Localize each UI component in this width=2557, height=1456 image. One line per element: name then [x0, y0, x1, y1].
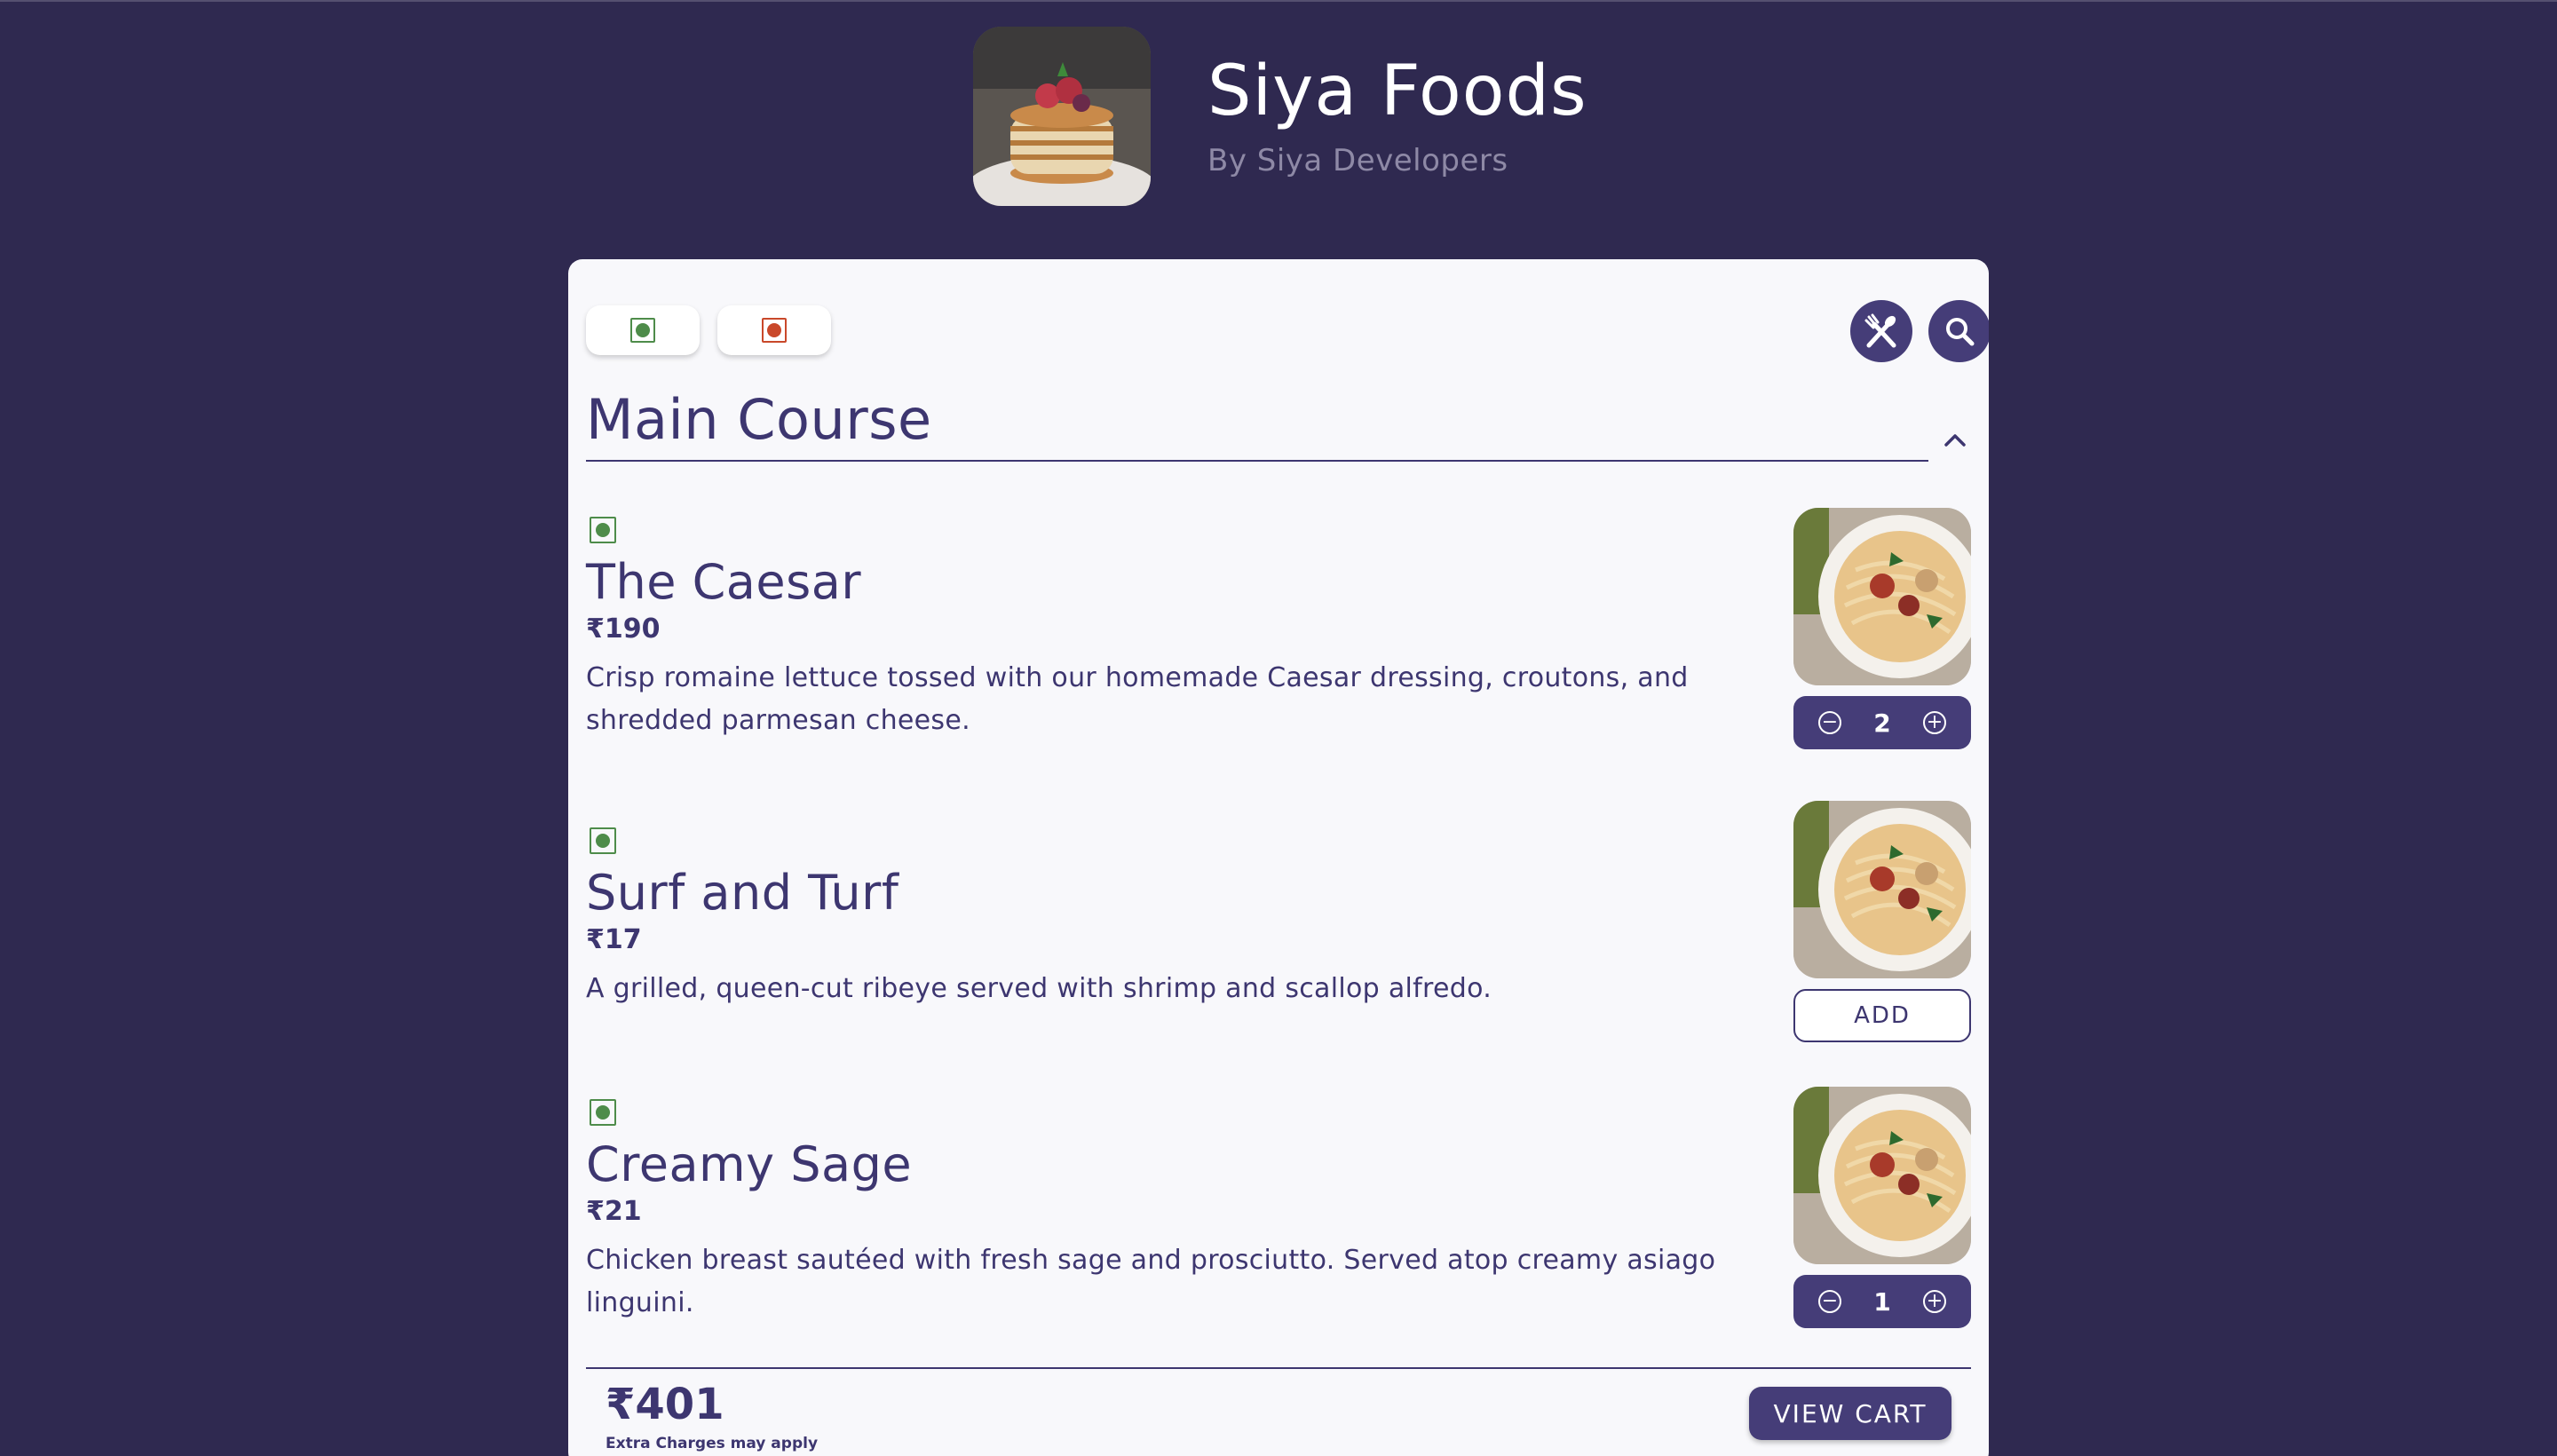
- noodle-bowl-photo-icon: [1793, 801, 1971, 978]
- pancake-logo-icon: [973, 27, 1151, 206]
- decrement-button[interactable]: −: [1818, 1290, 1841, 1313]
- item-description: A grilled, queen-cut ribeye served with …: [586, 973, 1492, 1005]
- section-title: Main Course: [586, 387, 932, 452]
- decrement-button[interactable]: −: [1818, 711, 1841, 734]
- noodle-bowl-photo-icon: [1793, 508, 1971, 685]
- noodle-bowl-photo-icon: [1793, 1087, 1971, 1264]
- menu-item: Creamy Sage ₹21 Chicken breast sautéed w…: [586, 1087, 1971, 1328]
- app-title: Siya Foods: [1207, 51, 1587, 132]
- chevron-up-icon[interactable]: [1941, 426, 1969, 455]
- add-button[interactable]: ADD: [1793, 989, 1971, 1042]
- item-name: The Caesar: [586, 554, 862, 610]
- toolbar: [586, 300, 1989, 366]
- menu-item: The Caesar ₹190 Crisp romaine lettuce to…: [586, 508, 1971, 749]
- veg-indicator-icon: [630, 318, 655, 343]
- non-veg-filter-button[interactable]: [717, 305, 831, 355]
- item-price: ₹17: [586, 924, 642, 956]
- item-name: Surf and Turf: [586, 865, 899, 921]
- menu-button[interactable]: [1850, 300, 1912, 362]
- item-description: Crisp romaine lettuce tossed with our ho…: [586, 662, 1689, 737]
- quantity-stepper: − 1 +: [1793, 1275, 1971, 1328]
- item-media: ADD: [1793, 801, 1971, 1042]
- top-border: [0, 0, 2557, 2]
- veg-indicator-icon: [590, 517, 616, 543]
- app-subtitle: By Siya Developers: [1207, 142, 1508, 178]
- section-divider: [586, 460, 1928, 462]
- cart-total: ₹401: [606, 1380, 724, 1429]
- menu-item: Surf and Turf ₹17 A grilled, queen-cut r…: [586, 801, 1971, 1042]
- fork-spoon-icon: [1864, 313, 1896, 348]
- item-media: − 2 +: [1793, 508, 1971, 749]
- item-price: ₹190: [586, 613, 661, 645]
- increment-button[interactable]: +: [1922, 711, 1946, 734]
- quantity-stepper: − 2 +: [1793, 696, 1971, 749]
- section-header: Main Course: [586, 392, 1971, 463]
- item-media: − 1 +: [1793, 1087, 1971, 1328]
- veg-indicator-icon: [590, 1099, 616, 1126]
- item-description: Chicken breast sautéed with fresh sage a…: [586, 1245, 1716, 1319]
- veg-indicator-icon: [590, 827, 616, 854]
- quantity-value: 2: [1873, 708, 1891, 738]
- non-veg-indicator-icon: [762, 318, 787, 343]
- extra-charges-note: Extra Charges may apply: [606, 1435, 819, 1452]
- app-header: Siya Foods By Siya Developers: [973, 27, 1587, 206]
- quantity-value: 1: [1873, 1286, 1891, 1317]
- veg-filter-button[interactable]: [586, 305, 700, 355]
- view-cart-button[interactable]: VIEW CART: [1749, 1387, 1951, 1440]
- increment-button[interactable]: +: [1922, 1290, 1946, 1313]
- footer-divider: [586, 1367, 1971, 1369]
- item-price: ₹21: [586, 1196, 642, 1228]
- search-button[interactable]: [1928, 300, 1989, 362]
- search-icon: [1946, 318, 1975, 346]
- item-name: Creamy Sage: [586, 1136, 913, 1192]
- menu-card: Main Course The Caesar ₹190 Crisp romain…: [568, 259, 1989, 1456]
